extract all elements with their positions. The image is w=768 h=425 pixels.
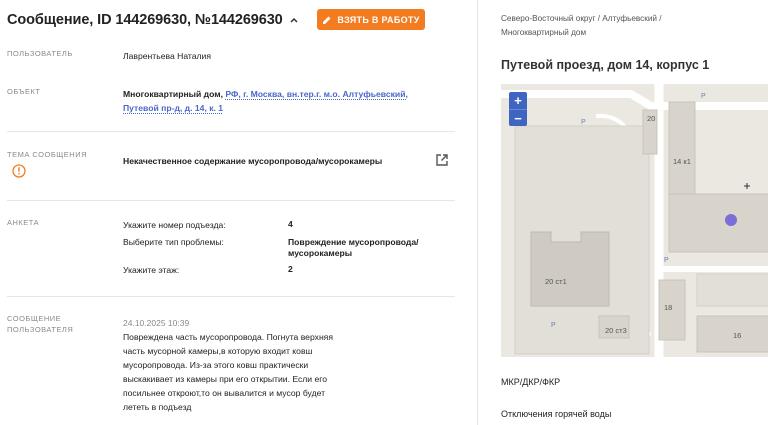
object-type: Многоквартирный дом, xyxy=(123,89,223,99)
object-value: Многоквартирный дом, РФ, г. Москва, вн.т… xyxy=(123,89,408,99)
parking-icon: P xyxy=(551,322,556,329)
message-line: Повреждена часть мусоропровода. Погнута … xyxy=(123,332,333,342)
map-label: 20 ст1 xyxy=(545,277,567,286)
parking-icon: P xyxy=(664,257,669,264)
user-value: Лаврентьева Наталия xyxy=(123,51,212,61)
map-label: 14 к1 xyxy=(673,157,691,166)
object-address-title: Путевой проезд, дом 14, корпус 1 xyxy=(501,58,710,72)
object-address-link-row: Путевой пр-д, д. 14, к. 1 xyxy=(123,103,223,113)
message-line: выскакивает из камеры при его открытии. … xyxy=(123,374,327,384)
divider xyxy=(7,131,455,132)
message-line: мусоропровода. Из-за этого ковш практиче… xyxy=(123,360,309,370)
survey-answer-3: 2 xyxy=(288,264,293,274)
user-label: ПОЛЬЗОВАТЕЛЬ xyxy=(7,49,73,58)
message-detail-panel: Сообщение, ID 144269630, №144269630 ВЗЯТ… xyxy=(0,0,462,425)
message-line: посильнее откроют,то он вывалится и мусо… xyxy=(123,388,326,398)
survey-question-3: Укажите этаж: xyxy=(123,265,180,275)
breadcrumb-line-2[interactable]: Многоквартирный дом xyxy=(501,26,761,40)
take-to-work-label: ВЗЯТЬ В РАБОТУ xyxy=(337,14,420,25)
take-to-work-button[interactable]: ВЗЯТЬ В РАБОТУ xyxy=(317,9,425,30)
topic-value: Некачественное содержание мусоропровода/… xyxy=(123,156,383,166)
message-label-1: СООБЩЕНИЕ xyxy=(7,314,62,323)
divider xyxy=(7,296,455,297)
chevron-up-icon[interactable] xyxy=(289,14,301,26)
survey-label: АНКЕТА xyxy=(7,218,40,227)
survey-answer-2-cont: мусорокамеры xyxy=(288,248,353,258)
section-repair-label[interactable]: МКР/ДКР/ФКР xyxy=(501,377,560,387)
object-address-link-1[interactable]: РФ, г. Москва, вн.тер.г. м.о. Алтуфьевск… xyxy=(225,89,408,99)
object-info-panel: Северо-Восточный округ / Алтуфьевский / … xyxy=(478,0,768,425)
message-line: лететь в подъезд xyxy=(123,402,192,412)
topic-label: ТЕМА СООБЩЕНИЯ xyxy=(7,150,88,159)
object-label: ОБЪЕКТ xyxy=(7,87,41,96)
survey-answer-2: Повреждение мусоропровода/ xyxy=(288,237,419,247)
parking-icon: P xyxy=(701,93,706,100)
message-date: 24.10.2025 10:39 xyxy=(123,318,190,328)
message-text: Повреждена часть мусоропровода. Погнута … xyxy=(123,330,363,414)
map-label: 16 xyxy=(733,331,741,340)
zoom-out-button[interactable]: − xyxy=(509,109,527,126)
zoom-control: + − xyxy=(509,92,527,126)
object-address-link-2[interactable]: Путевой пр-д, д. 14, к. 1 xyxy=(123,103,223,113)
divider xyxy=(7,200,455,201)
survey-answer-1: 4 xyxy=(288,219,293,229)
survey-question-2: Выберите тип проблемы: xyxy=(123,237,224,247)
pencil-icon xyxy=(323,16,331,24)
zoom-in-button[interactable]: + xyxy=(509,92,527,109)
map-label: 18 xyxy=(664,303,672,312)
map-label: 20 ст3 xyxy=(605,326,627,335)
message-label-2: ПОЛЬЗОВАТЕЛЯ xyxy=(7,325,74,334)
section-hot-water-label[interactable]: Отключения горячей воды xyxy=(501,409,611,419)
breadcrumb-line-1[interactable]: Северо-Восточный округ / Алтуфьевский / xyxy=(501,12,761,26)
survey-question-1: Укажите номер подъезда: xyxy=(123,220,226,230)
message-header: Сообщение, ID 144269630, №144269630 xyxy=(7,8,301,32)
message-title: Сообщение, ID 144269630, №144269630 xyxy=(7,12,283,28)
breadcrumb: Северо-Восточный округ / Алтуфьевский / … xyxy=(501,12,761,40)
message-line: часть мусорной камеры,в которую входит к… xyxy=(123,346,313,356)
warning-icon xyxy=(12,164,26,178)
open-external-icon[interactable] xyxy=(435,153,449,167)
map-canvas: 20 14 к1 20 ст1 20 ст3 18 16 P P P P xyxy=(501,84,768,357)
map[interactable]: 20 14 к1 20 ст1 20 ст3 18 16 P P P P + − xyxy=(501,84,768,357)
map-label: 20 xyxy=(647,114,655,123)
parking-icon: P xyxy=(581,119,586,126)
